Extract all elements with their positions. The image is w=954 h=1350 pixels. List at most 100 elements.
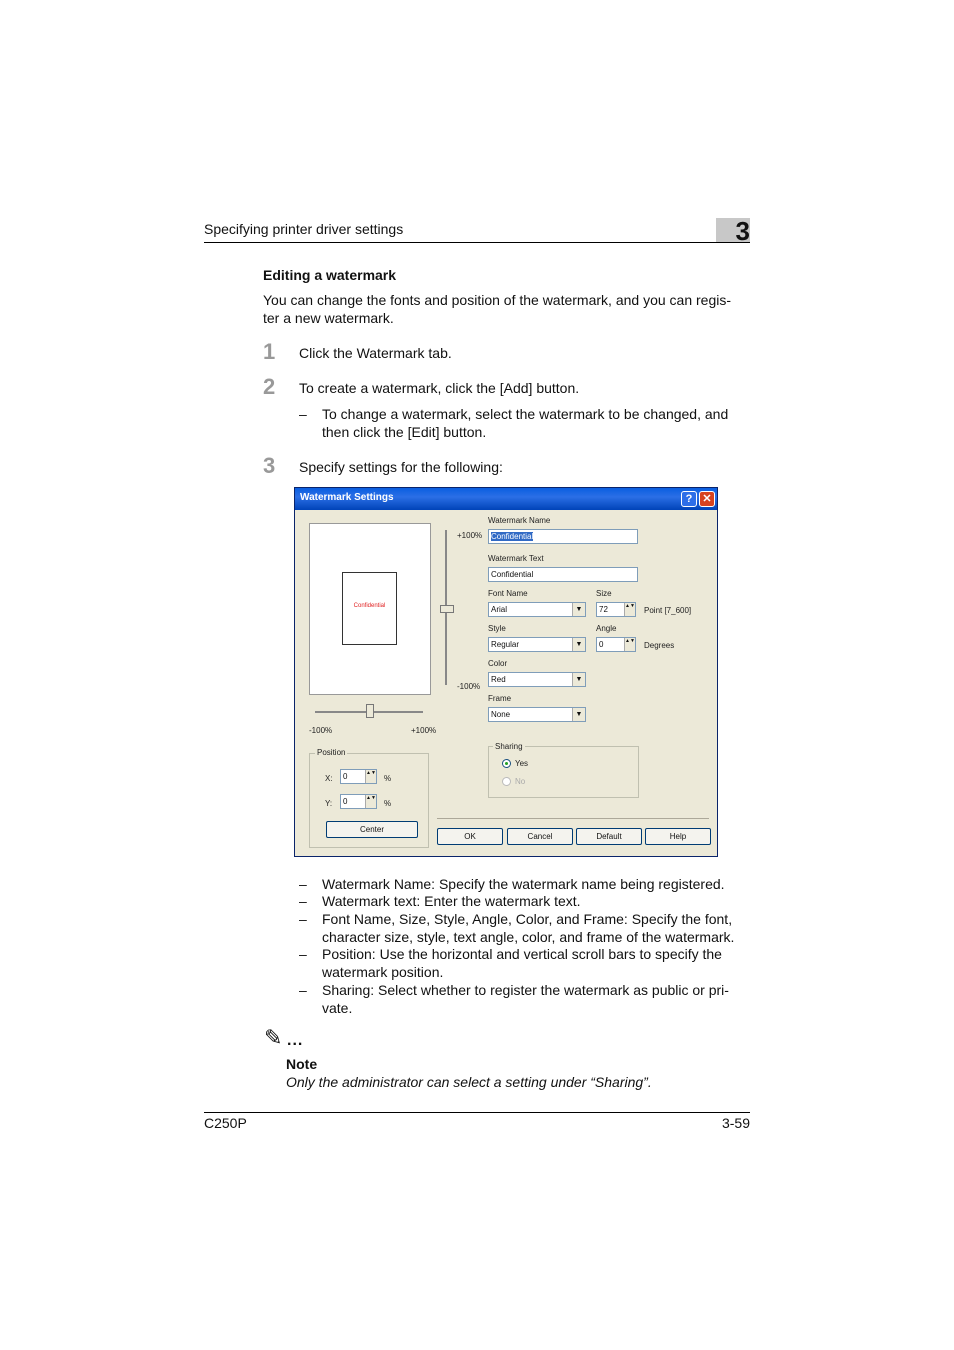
- substep-line: then click the [Edit] button.: [322, 424, 487, 440]
- vscroll-bottom-label: -100%: [457, 682, 481, 691]
- color-value: Red: [491, 675, 506, 684]
- size-label: Size: [596, 589, 612, 598]
- frame-select[interactable]: None ▼: [488, 707, 586, 722]
- size-unit: Point [7_600]: [644, 606, 692, 615]
- chevron-down-icon[interactable]: ▼: [572, 638, 585, 651]
- step-substep: To change a watermark, select the waterm…: [322, 405, 752, 441]
- style-value: Regular: [491, 640, 520, 649]
- step-number: 2: [263, 374, 276, 399]
- watermark-text-label: Watermark Text: [488, 554, 544, 563]
- sub-dash: –: [299, 406, 307, 422]
- bullet-item: Font Name, Size, Style, Angle, Color, an…: [322, 910, 752, 946]
- bullet-line: watermark position.: [322, 964, 444, 980]
- substep-line: To change a watermark, select the waterm…: [322, 406, 729, 422]
- x-position-value: 0: [343, 772, 348, 781]
- ok-button[interactable]: OK: [437, 828, 503, 845]
- note-title: Note: [286, 1056, 318, 1072]
- bullet-dash: –: [299, 982, 307, 998]
- help-button[interactable]: Help: [645, 828, 711, 845]
- color-label: Color: [488, 659, 508, 668]
- angle-label: Angle: [596, 624, 617, 633]
- font-name-value: Arial: [491, 605, 508, 614]
- step-text: Click the Watermark tab.: [299, 345, 452, 361]
- intro-line: You can change the fonts and position of…: [263, 292, 732, 308]
- preview-pane: Confidential: [309, 523, 431, 695]
- style-label: Style: [488, 624, 506, 633]
- y-label: Y:: [325, 799, 333, 808]
- angle-value: 0: [599, 640, 604, 649]
- watermark-name-value: Confidential: [491, 532, 534, 541]
- style-select[interactable]: Regular ▼: [488, 637, 586, 652]
- button-separator: [437, 818, 709, 819]
- radio-dot: [505, 762, 508, 765]
- close-icon[interactable]: ✕: [699, 491, 715, 507]
- angle-input[interactable]: 0 ▲▼: [596, 637, 636, 652]
- default-button[interactable]: Default: [576, 828, 642, 845]
- angle-spin-icon[interactable]: ▲▼: [624, 638, 635, 651]
- dialog-title: Watermark Settings: [300, 492, 394, 503]
- help-icon[interactable]: ?: [681, 491, 697, 507]
- font-name-select[interactable]: Arial ▼: [488, 602, 586, 617]
- bullet-dash: –: [299, 893, 307, 909]
- bullet-line: Sharing: Select whether to register the …: [322, 982, 729, 998]
- cancel-button[interactable]: Cancel: [507, 828, 573, 845]
- x-percent: %: [384, 774, 392, 783]
- watermark-name-input[interactable]: Confidential: [488, 529, 638, 544]
- bullet-dash: –: [299, 911, 307, 927]
- bullet-line: Font Name, Size, Style, Angle, Color, an…: [322, 911, 733, 927]
- preview-watermark-text: Confidential: [353, 603, 386, 609]
- footer-page-number: 3-59: [721, 1115, 750, 1131]
- sharing-no-label: No: [515, 777, 526, 786]
- x-label: X:: [325, 774, 333, 783]
- bullet-item: Watermark Name: Specify the watermark na…: [322, 876, 725, 892]
- sharing-yes-label: Yes: [515, 759, 529, 768]
- size-input[interactable]: 72 ▲▼: [596, 602, 636, 617]
- bullet-line: Position: Use the horizontal and vertica…: [322, 946, 722, 962]
- watermark-settings-dialog: Watermark Settings ? ✕ Confidential +100…: [294, 487, 718, 857]
- bullet-line: character size, style, text angle, color…: [322, 929, 735, 945]
- frame-label: Frame: [488, 694, 512, 703]
- pencil-icon: ✎: [264, 1025, 283, 1050]
- bullet-item: Watermark text: Enter the watermark text…: [322, 893, 581, 909]
- size-spin-icon[interactable]: ▲▼: [624, 603, 635, 616]
- intro-line: ter a new watermark.: [263, 310, 394, 326]
- y-position-value: 0: [343, 797, 348, 806]
- color-select[interactable]: Red ▼: [488, 672, 586, 687]
- chevron-down-icon[interactable]: ▼: [572, 673, 585, 686]
- watermark-text-input[interactable]: Confidential: [488, 567, 638, 582]
- hscroll-left-label: -100%: [309, 726, 333, 735]
- sharing-no-radio[interactable]: [502, 777, 511, 786]
- dialog-titlebar: Watermark Settings ? ✕: [295, 488, 717, 510]
- running-header: Specifying printer driver settings: [204, 221, 404, 237]
- chevron-down-icon[interactable]: ▼: [572, 603, 585, 616]
- x-spin-icon[interactable]: ▲▼: [365, 770, 376, 783]
- bullet-line: vate.: [322, 1000, 353, 1016]
- hscroll-right-label: +100%: [411, 726, 437, 735]
- step-text: Specify settings for the following:: [299, 459, 503, 475]
- horizontal-position-slider[interactable]: [366, 704, 374, 718]
- sharing-group-label: Sharing: [493, 742, 525, 751]
- sharing-yes-radio[interactable]: [502, 759, 511, 768]
- y-spin-icon[interactable]: ▲▼: [365, 795, 376, 808]
- size-value: 72: [599, 605, 608, 614]
- center-button[interactable]: Center: [326, 821, 418, 838]
- note-text: Only the administrator can select a sett…: [286, 1074, 652, 1090]
- header-rule: [204, 242, 750, 243]
- x-position-input[interactable]: 0 ▲▼: [340, 769, 377, 784]
- section-title: Editing a watermark: [263, 267, 397, 283]
- footer-model: C250P: [204, 1115, 247, 1131]
- angle-unit: Degrees: [644, 641, 675, 650]
- step-number: 3: [263, 453, 276, 478]
- preview-page: Confidential: [342, 572, 397, 645]
- footer-rule: [204, 1112, 750, 1113]
- chevron-down-icon[interactable]: ▼: [572, 708, 585, 721]
- intro-paragraph: You can change the fonts and position of…: [263, 291, 750, 327]
- y-position-input[interactable]: 0 ▲▼: [340, 794, 377, 809]
- bullet-item: Position: Use the horizontal and vertica…: [322, 945, 752, 981]
- vertical-position-slider[interactable]: [440, 605, 454, 613]
- y-percent: %: [384, 799, 392, 808]
- step-number: 1: [263, 339, 276, 364]
- note-dots: ...: [287, 1032, 304, 1049]
- bullet-item: Sharing: Select whether to register the …: [322, 981, 752, 1017]
- sharing-group: [488, 746, 639, 798]
